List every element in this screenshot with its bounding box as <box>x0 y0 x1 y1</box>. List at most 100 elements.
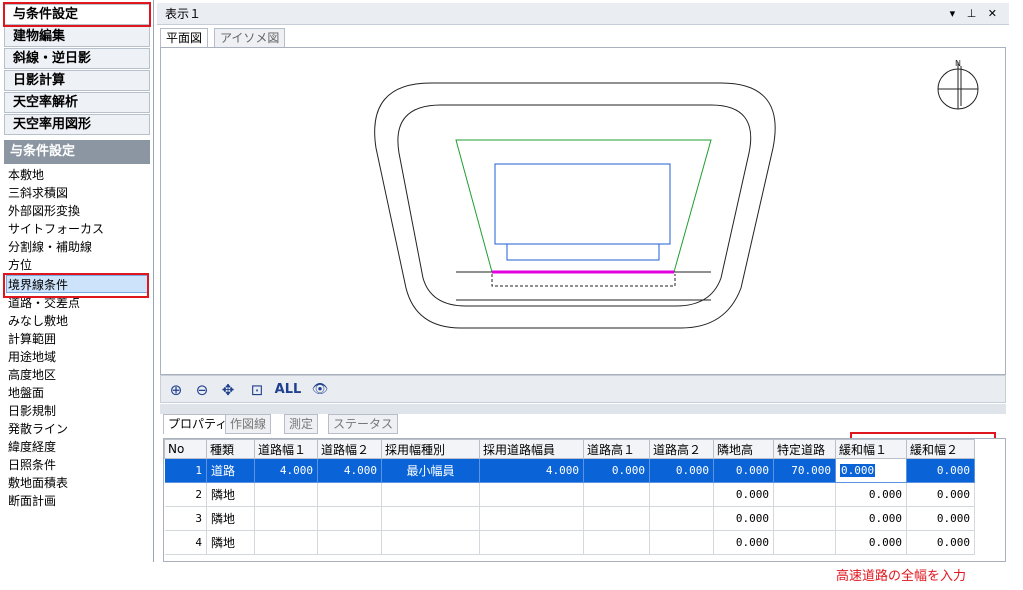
relief-width-1-input[interactable]: 0.000 <box>835 458 907 483</box>
cell-special-road[interactable]: 70.000 <box>773 458 836 483</box>
cell-special-road[interactable] <box>773 506 836 531</box>
cell-adopted-width[interactable]: 4.000 <box>479 458 584 483</box>
cell-road-height-1[interactable]: 0.000 <box>583 458 650 483</box>
cell-relief-width-2[interactable]: 0.000 <box>906 506 975 531</box>
cell-road-height-1[interactable] <box>583 482 650 507</box>
tab-properties[interactable]: プロパティ <box>163 414 233 434</box>
list-item-site-focus[interactable]: サイトフォーカス <box>8 220 148 238</box>
cell-relief-width-1[interactable]: 0.000 <box>835 482 907 507</box>
cell-road-height-2[interactable] <box>649 482 714 507</box>
pane-splitter[interactable] <box>160 404 1006 414</box>
col-header-adopted-width[interactable]: 採用道路幅員 <box>479 439 584 459</box>
col-header-special-road[interactable]: 特定道路 <box>773 439 836 459</box>
tab-measure[interactable]: 測定 <box>284 414 319 434</box>
view-eye-icon[interactable]: 👁 <box>309 380 331 400</box>
cell-road-width-2[interactable] <box>317 530 382 555</box>
cell-special-road[interactable] <box>773 530 836 555</box>
cell-road-height-2[interactable]: 0.000 <box>649 458 714 483</box>
tab-isometric-view[interactable]: アイソメ図 <box>214 28 286 48</box>
cell-road-width-1[interactable] <box>254 482 318 507</box>
col-header-relief-width-2[interactable]: 緩和幅２ <box>906 439 975 459</box>
col-header-relief-width-1[interactable]: 緩和幅１ <box>835 439 907 459</box>
cell-adjacent-height[interactable]: 0.000 <box>713 530 774 555</box>
cell-relief-width-1[interactable]: 0.000 <box>835 506 907 531</box>
cell-adjacent-height[interactable]: 0.000 <box>713 482 774 507</box>
cell-road-width-1[interactable]: 4.000 <box>254 458 318 483</box>
tab-plan-view[interactable]: 平面図 <box>160 28 209 48</box>
list-item-lat-long[interactable]: 緯度経度 <box>8 438 148 456</box>
table-row[interactable]: 4 隣地 0.000 0.000 0.000 <box>164 530 975 555</box>
cell-road-height-2[interactable] <box>649 506 714 531</box>
col-header-type[interactable]: 種類 <box>206 439 255 459</box>
table-row[interactable]: 2 隣地 0.000 0.000 0.000 <box>164 482 975 507</box>
cell-adopted-width[interactable] <box>479 530 584 555</box>
pan-icon[interactable]: ✥ <box>218 380 238 400</box>
list-item-section-plan[interactable]: 断面計画 <box>8 492 148 510</box>
col-header-road-width-2[interactable]: 道路幅２ <box>317 439 382 459</box>
list-item-main-site[interactable]: 本敷地 <box>8 166 148 184</box>
list-item-ground-level[interactable]: 地盤面 <box>8 384 148 402</box>
cell-width-type[interactable]: 最小幅員 <box>381 458 480 483</box>
nav-button-sky-analysis[interactable]: 天空率解析 <box>4 92 150 113</box>
col-header-width-type[interactable]: 採用幅種別 <box>381 439 480 459</box>
table-row[interactable]: 3 隣地 0.000 0.000 0.000 <box>164 506 975 531</box>
nav-button-building-edit[interactable]: 建物編集 <box>4 26 150 47</box>
list-item-site-area-table[interactable]: 敷地面積表 <box>8 474 148 492</box>
list-item-calc-range[interactable]: 計算範囲 <box>8 330 148 348</box>
cell-road-height-1[interactable] <box>583 506 650 531</box>
cell-type[interactable]: 隣地 <box>206 506 255 531</box>
cell-special-road[interactable] <box>773 482 836 507</box>
list-item-external-convert[interactable]: 外部図形変換 <box>8 202 148 220</box>
cell-relief-width-2[interactable]: 0.000 <box>906 482 975 507</box>
cell-relief-width-1[interactable]: 0.000 <box>835 530 907 555</box>
cell-width-type[interactable] <box>381 482 480 507</box>
cell-relief-width-2[interactable]: 0.000 <box>906 458 975 483</box>
list-item-height-district[interactable]: 高度地区 <box>8 366 148 384</box>
nav-button-sky-shapes[interactable]: 天空率用図形 <box>4 114 150 135</box>
list-item-divergence-line[interactable]: 発散ライン <box>8 420 148 438</box>
list-item-shadow-regulation[interactable]: 日影規制 <box>8 402 148 420</box>
col-header-adjacent-height[interactable]: 隣地高 <box>713 439 774 459</box>
tab-status[interactable]: ステータス <box>328 414 399 434</box>
list-item-road-intersection[interactable]: 道路・交差点 <box>8 294 148 312</box>
zoom-window-icon[interactable]: ⊡ <box>247 380 267 400</box>
table-row[interactable]: 1 道路 4.000 4.000 最小幅員 4.000 0.000 0.000 … <box>164 458 975 483</box>
list-item-zoning[interactable]: 用途地域 <box>8 348 148 366</box>
window-controls[interactable]: ▾ ⊥ ✕ <box>950 3 1001 25</box>
tab-construction-lines[interactable]: 作図線 <box>225 414 272 434</box>
cell-road-width-2[interactable]: 4.000 <box>317 458 382 483</box>
list-item-split-lines[interactable]: 分割線・補助線 <box>8 238 148 256</box>
cell-type[interactable]: 隣地 <box>206 482 255 507</box>
cell-relief-width-2[interactable]: 0.000 <box>906 530 975 555</box>
cell-type[interactable]: 道路 <box>206 458 255 483</box>
col-header-road-height-2[interactable]: 道路高２ <box>649 439 714 459</box>
zoom-out-icon[interactable]: ⊖ <box>193 380 211 400</box>
zoom-in-icon[interactable]: ⊕ <box>167 380 185 400</box>
nav-button-shadow-calc[interactable]: 日影計算 <box>4 70 150 91</box>
list-item-sunlight[interactable]: 日照条件 <box>8 456 148 474</box>
cell-adopted-width[interactable] <box>479 506 584 531</box>
relief-width-1-value[interactable]: 0.000 <box>840 464 876 477</box>
cell-road-height-1[interactable] <box>583 530 650 555</box>
cell-road-width-2[interactable] <box>317 506 382 531</box>
cell-road-height-2[interactable] <box>649 530 714 555</box>
cell-type[interactable]: 隣地 <box>206 530 255 555</box>
list-item-boundary-conditions[interactable]: 境界線条件 <box>6 275 148 293</box>
cell-adopted-width[interactable] <box>479 482 584 507</box>
nav-button-conditions[interactable]: 与条件設定 <box>4 4 150 25</box>
cell-width-type[interactable] <box>381 530 480 555</box>
list-item-triangulation[interactable]: 三斜求積図 <box>8 184 148 202</box>
cell-adjacent-height[interactable]: 0.000 <box>713 506 774 531</box>
list-item-orientation[interactable]: 方位 <box>8 256 148 274</box>
drawing-canvas[interactable]: N <box>160 47 1006 375</box>
cell-adjacent-height[interactable]: 0.000 <box>713 458 774 483</box>
col-header-no[interactable]: No <box>164 439 207 459</box>
col-header-road-height-1[interactable]: 道路高１ <box>583 439 650 459</box>
cell-road-width-1[interactable] <box>254 530 318 555</box>
cell-road-width-1[interactable] <box>254 506 318 531</box>
nav-button-slant-line[interactable]: 斜線・逆日影 <box>4 48 150 69</box>
cell-width-type[interactable] <box>381 506 480 531</box>
cell-road-width-2[interactable] <box>317 482 382 507</box>
zoom-all-button[interactable]: ALL <box>273 380 303 400</box>
col-header-road-width-1[interactable]: 道路幅１ <box>254 439 318 459</box>
